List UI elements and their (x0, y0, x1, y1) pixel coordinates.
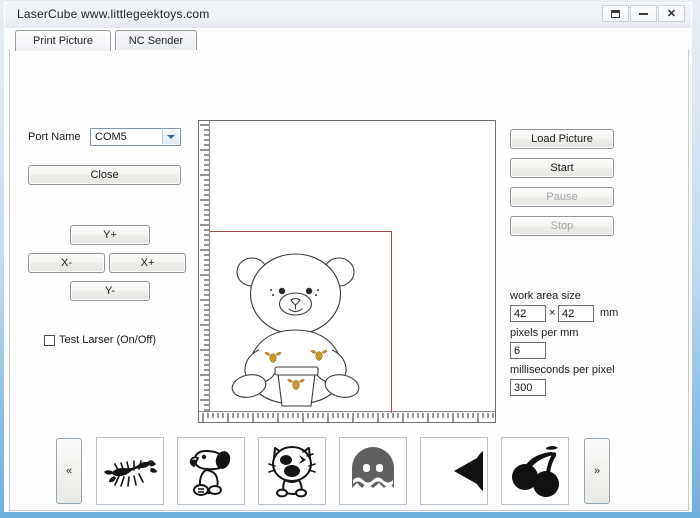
pixels-per-mm-input[interactable]: 6 (510, 342, 546, 359)
milliseconds-per-pixel-label: milliseconds per pixel (510, 364, 615, 376)
test-laser-label: Test Larser (On/Off) (59, 334, 156, 346)
port-name-value: COM5 (95, 131, 127, 143)
cartoon-cat-icon (268, 446, 316, 498)
jog-x-plus-label: X+ (140, 257, 155, 269)
tab-nc-sender[interactable]: NC Sender (115, 30, 197, 50)
test-laser-checkbox[interactable] (44, 334, 55, 346)
restore-button[interactable] (602, 5, 629, 22)
close-button[interactable]: ✕ (658, 5, 685, 22)
thumb-pacman[interactable] (420, 437, 488, 505)
jog-y-minus-button[interactable]: Y- (70, 281, 150, 301)
jog-y-plus-button[interactable]: Y+ (70, 225, 150, 245)
unit-label-mm: mm (600, 307, 619, 319)
vertical-ruler (199, 121, 210, 422)
chevron-right-icon: » (593, 465, 601, 477)
thumb-ghost[interactable] (339, 437, 407, 505)
close-port-button[interactable]: Close (28, 165, 181, 185)
stop-button-label: Stop (550, 220, 574, 232)
tab-print-picture-label: Print Picture (33, 35, 93, 47)
minimize-button[interactable] (630, 5, 657, 22)
vertical-ruler-ticks (200, 124, 209, 411)
thumbnail-prev-button[interactable]: « (56, 438, 82, 504)
window-client-area: LaserCube www.littlegeektoys.com ✕ Print… (4, 2, 692, 512)
thumbnail-next-button[interactable]: » (584, 438, 610, 504)
tab-bar: Print Picture NC Sender (9, 30, 689, 51)
work-area-size-label: work area size (510, 290, 581, 302)
thumb-cherries[interactable] (501, 437, 569, 505)
load-picture-button[interactable]: Load Picture (510, 129, 614, 149)
scorpion-icon (104, 460, 157, 487)
cherries-icon (512, 446, 559, 497)
start-button-label: Start (550, 162, 574, 174)
minimize-icon (639, 12, 648, 15)
horizontal-ruler-ticks (202, 413, 494, 422)
thumb-cat[interactable] (258, 437, 326, 505)
pause-button-label: Pause (546, 191, 578, 203)
tab-nc-sender-label: NC Sender (128, 34, 184, 47)
application-window: LaserCube www.littlegeektoys.com ✕ Print… (0, 0, 700, 518)
jog-x-minus-label: X- (61, 257, 72, 269)
work-width-input[interactable]: 42 (510, 305, 546, 322)
cartoon-dog-icon (189, 450, 231, 496)
close-icon: ✕ (666, 7, 677, 20)
thumbnail-strip: « » (10, 433, 690, 511)
stop-button: Stop (510, 216, 614, 236)
jog-y-minus-label: Y- (105, 285, 115, 297)
restore-icon (611, 9, 620, 18)
dimension-separator: × (549, 307, 556, 319)
chevron-down-icon[interactable] (162, 130, 179, 144)
preview-image-teddy-bear (223, 246, 368, 411)
tab-print-picture[interactable]: Print Picture (15, 30, 111, 51)
jog-x-minus-button[interactable]: X- (28, 253, 105, 273)
test-laser-checkbox-row[interactable]: Test Larser (On/Off) (44, 334, 156, 346)
work-height-input[interactable]: 42 (558, 305, 594, 322)
close-port-button-label: Close (90, 169, 119, 181)
port-name-select[interactable]: COM5 (90, 128, 181, 146)
title-bar: LaserCube www.littlegeektoys.com ✕ (5, 3, 691, 28)
pixels-per-mm-label: pixels per mm (510, 327, 579, 339)
load-picture-label: Load Picture (531, 133, 593, 145)
window-title: LaserCube www.littlegeektoys.com (17, 7, 210, 21)
teddy-bear-icon (231, 253, 360, 407)
jog-y-plus-label: Y+ (103, 229, 117, 241)
milliseconds-per-pixel-input[interactable]: 300 (510, 379, 546, 396)
port-name-label: Port Name (28, 131, 81, 143)
pause-button: Pause (510, 187, 614, 207)
thumb-dog[interactable] (177, 437, 245, 505)
tab-content-print-picture: Port Name COM5 Close Y+ X- X+ Y- Test La… (9, 49, 689, 511)
preview-canvas[interactable] (198, 120, 496, 423)
ghost-icon (352, 447, 394, 488)
thumb-scorpion[interactable] (96, 437, 164, 505)
chevron-left-icon: « (65, 465, 73, 477)
pac-man-icon (454, 450, 483, 492)
jog-x-plus-button[interactable]: X+ (109, 253, 186, 273)
start-button[interactable]: Start (510, 158, 614, 178)
